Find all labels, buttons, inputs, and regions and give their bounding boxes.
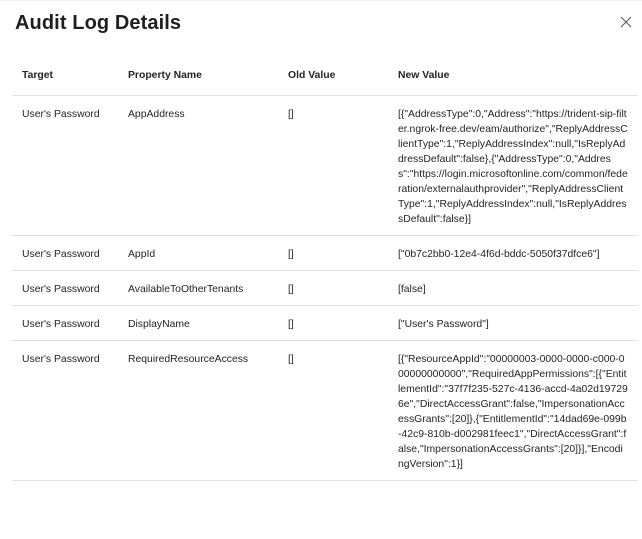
cell-old-value: []: [278, 235, 388, 271]
column-header-new-value[interactable]: New Value: [388, 58, 638, 96]
cell-property-name: RequiredResourceAccess: [118, 340, 278, 481]
cell-target: User's Password: [12, 340, 118, 481]
audit-log-details-panel: Audit Log Details Target Property Name O…: [0, 0, 642, 539]
cell-new-value: [false]: [388, 270, 638, 306]
cell-target: User's Password: [12, 270, 118, 306]
cell-old-value: []: [278, 95, 388, 236]
cell-new-value: ["0b7c2bb0-12e4-4f6d-bddc-5050f37dfce6"]: [388, 235, 638, 271]
cell-property-name: AppId: [118, 235, 278, 271]
cell-target: User's Password: [12, 95, 118, 236]
audit-log-table: Target Property Name Old Value New Value…: [12, 58, 638, 481]
column-header-property-name[interactable]: Property Name: [118, 58, 278, 96]
table-header-row: Target Property Name Old Value New Value: [12, 58, 638, 96]
cell-target: User's Password: [12, 235, 118, 271]
cell-new-value: [{"ResourceAppId":"00000003-0000-0000-c0…: [388, 340, 638, 481]
cell-property-name: AppAddress: [118, 95, 278, 236]
cell-new-value: ["User's Password"]: [388, 305, 638, 341]
cell-target: User's Password: [12, 305, 118, 341]
cell-old-value: []: [278, 305, 388, 341]
cell-property-name: AvailableToOtherTenants: [118, 270, 278, 306]
cell-old-value: []: [278, 270, 388, 306]
table-row: User's Password AppAddress [] [{"Address…: [12, 95, 638, 236]
table-row: User's Password RequiredResourceAccess […: [12, 340, 638, 481]
cell-old-value: []: [278, 340, 388, 481]
panel-title: Audit Log Details: [15, 12, 182, 34]
table-row: User's Password AppId [] ["0b7c2bb0-12e4…: [12, 235, 638, 271]
close-icon[interactable]: [619, 15, 633, 29]
cell-property-name: DisplayName: [118, 305, 278, 341]
table-row: User's Password DisplayName [] ["User's …: [12, 305, 638, 341]
column-header-old-value[interactable]: Old Value: [278, 58, 388, 96]
cell-new-value: [{"AddressType":0,"Address":"https://tri…: [388, 95, 638, 236]
column-header-target[interactable]: Target: [12, 58, 118, 96]
table-row: User's Password AvailableToOtherTenants …: [12, 270, 638, 306]
